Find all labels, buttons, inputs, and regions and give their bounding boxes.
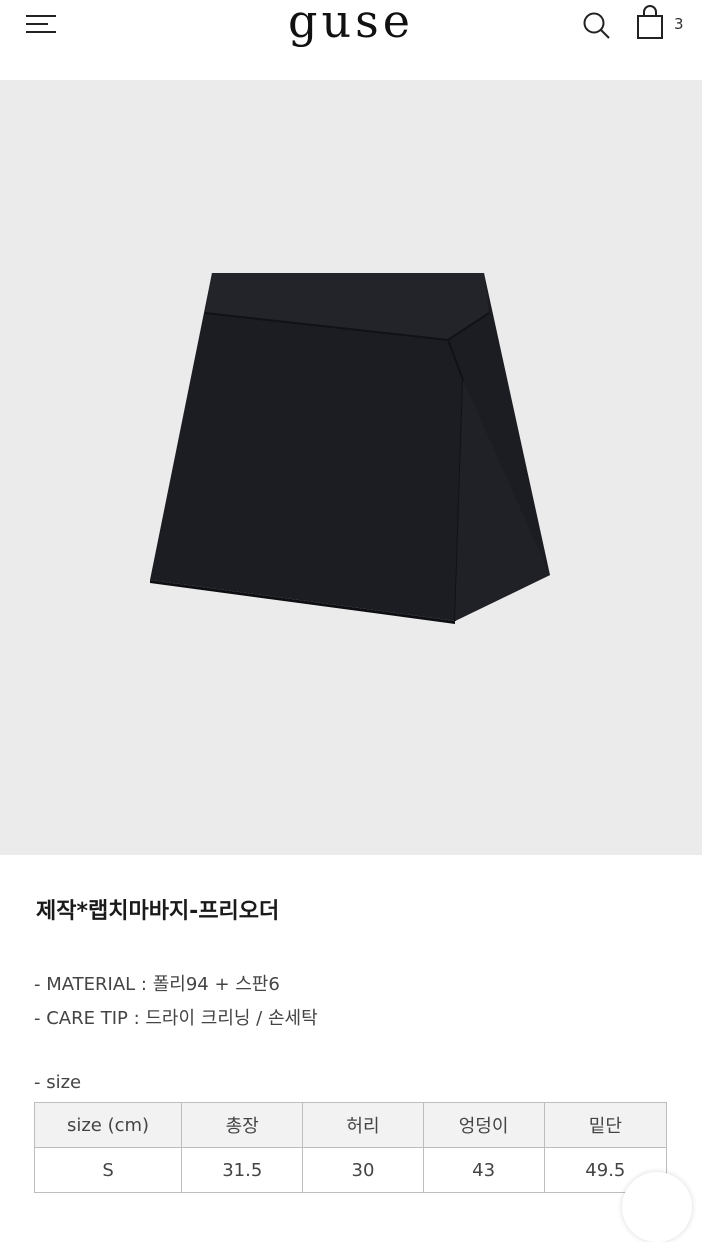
size-table-header-row: size (cm) 총장 허리 엉덩이 밑단: [33, 1102, 668, 1148]
hip-cell: 43: [422, 1147, 545, 1193]
total-length-header-cell: 총장: [181, 1102, 304, 1148]
total-length-cell: 31.5: [181, 1147, 304, 1193]
hip-header-cell: 엉덩이: [422, 1102, 545, 1148]
hem-header-cell: 밑단: [543, 1102, 668, 1148]
size-section-label: - size: [34, 1072, 82, 1093]
cart-count-badge: 3: [674, 15, 684, 33]
material-info: - MATERIAL : 폴리94 + 스판6: [34, 974, 280, 995]
product-title: 제작*랩치마바지-프리오더: [36, 899, 280, 924]
waist-header-cell: 허리: [302, 1102, 424, 1148]
shopping-bag-icon[interactable]: [634, 4, 666, 42]
scroll-top-button[interactable]: [622, 1172, 692, 1242]
waist-cell: 30: [302, 1147, 424, 1193]
product-image[interactable]: [0, 80, 702, 855]
search-icon[interactable]: [580, 8, 614, 42]
header: guse 3: [0, 0, 702, 80]
size-table: size (cm) 총장 허리 엉덩이 밑단 S 31.5 30 43 49.5: [33, 1102, 668, 1193]
table-row: S 31.5 30 43 49.5: [33, 1147, 668, 1193]
size-cell: S: [33, 1147, 183, 1193]
size-header-cell: size (cm): [33, 1102, 183, 1148]
care-tip-info: - CARE TIP : 드라이 크리닝 / 손세탁: [34, 1008, 318, 1029]
